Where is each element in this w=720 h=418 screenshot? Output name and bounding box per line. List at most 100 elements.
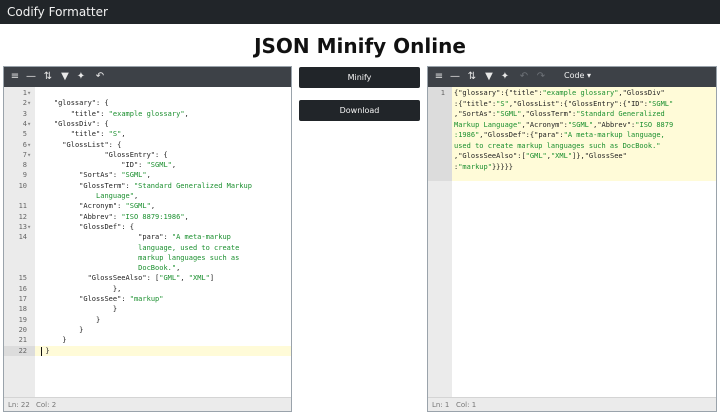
- active-line-gutter: [428, 87, 452, 181]
- key-token: "SortAs": [79, 171, 113, 180]
- key-token: "GlossList": [62, 140, 109, 149]
- string-token: "A meta-markup: [171, 233, 231, 242]
- fold-arrow-icon[interactable]: ▾: [27, 89, 31, 97]
- string-token: "SGML": [125, 202, 151, 211]
- fold-arrow-icon[interactable]: ▾: [27, 151, 31, 159]
- format-icon[interactable]: ≡: [8, 70, 22, 84]
- punctuation-token: [37, 233, 138, 241]
- line-number: 11: [18, 202, 27, 211]
- line-number: 19: [18, 315, 27, 324]
- key-token: "GlossTerm": [79, 181, 126, 190]
- punctuation-token: :{: [559, 99, 568, 108]
- key-token: "GlossSeeAlso": [87, 274, 147, 283]
- line-number: 13: [18, 222, 27, 231]
- download-button[interactable]: Download: [299, 100, 420, 121]
- line-number: 18: [18, 305, 27, 314]
- punctuation-token: [37, 244, 138, 252]
- line-number: 14: [18, 233, 27, 242]
- fold-arrow-icon[interactable]: ▾: [27, 99, 31, 107]
- code-line: language, used to create: [37, 244, 239, 252]
- status-line: Ln: 22: [8, 401, 30, 409]
- editor-statusbar: Ln: 22 Col: 2: [4, 397, 291, 411]
- string-token: "example glossary": [108, 109, 185, 118]
- sort-icon[interactable]: ⇅: [41, 70, 55, 84]
- punctuation-token: [37, 99, 54, 107]
- compact-icon[interactable]: —: [448, 70, 462, 84]
- code-line: :1986","GlossDef":{"para":"A meta-markup…: [454, 131, 665, 139]
- output-editor-toolbar: ≡ — ⇅ ▼ ✦ ↶ ↷ Code ▾: [428, 67, 716, 87]
- output-editor[interactable]: ≡ — ⇅ ▼ ✦ ↶ ↷ Code ▾ 1 {"glossary":{"tit…: [427, 66, 717, 412]
- punctuation-token: [37, 120, 54, 128]
- code-line: "GlossSee": "markup": [37, 295, 163, 303]
- line-number: 17: [18, 295, 27, 303]
- line-number: 16: [18, 284, 27, 293]
- line-number: 22: [18, 346, 27, 355]
- punctuation-token: : {: [96, 99, 109, 108]
- code-text-area[interactable]: "glossary": { "title": "example glossary…: [35, 87, 291, 397]
- code-line: "GlossDiv": {: [37, 120, 109, 128]
- punctuation-token: :: [125, 181, 134, 190]
- key-token: "title": [508, 89, 539, 97]
- status-column: Col: 2: [36, 401, 57, 409]
- sort-icon[interactable]: ⇅: [465, 70, 479, 84]
- undo-icon[interactable]: ↶: [93, 70, 107, 84]
- code-text-area[interactable]: {"glossary":{"title":"example glossary",…: [452, 87, 716, 397]
- key-token: "SortAs": [458, 110, 492, 118]
- punctuation-token: }: [37, 336, 67, 345]
- punctuation-token: : {: [108, 140, 122, 149]
- string-token: "SGML": [496, 110, 522, 118]
- code-line: used to create markup languages such as …: [454, 142, 661, 150]
- punctuation-token: }: [37, 315, 101, 324]
- punctuation-token: [37, 171, 79, 179]
- top-navbar: Codify Formatter: [0, 0, 720, 24]
- mode-select[interactable]: Code ▾: [564, 71, 591, 80]
- punctuation-token: [37, 151, 104, 159]
- string-token: "ISO 8879: [635, 120, 674, 129]
- code-line: "title": "example glossary",: [37, 110, 189, 118]
- string-token: "S": [496, 99, 509, 108]
- punctuation-token: ,: [176, 264, 181, 273]
- punctuation-token: :: [163, 233, 172, 242]
- code-line: :"markup"}}}}}: [454, 163, 513, 171]
- key-token: "ID": [121, 161, 139, 170]
- string-token: "SGML": [146, 161, 172, 170]
- string-token: DocBook.": [138, 264, 177, 273]
- fold-arrow-icon[interactable]: ▾: [27, 120, 31, 128]
- string-token: "GML": [525, 152, 547, 160]
- editor-statusbar: Ln: 1 Col: 1: [428, 397, 716, 411]
- format-icon[interactable]: ≡: [432, 70, 446, 84]
- repair-icon[interactable]: ✦: [74, 70, 88, 84]
- string-token: "Standard Generalized: [576, 110, 665, 118]
- line-number: 5: [22, 130, 27, 139]
- brand-link[interactable]: Codify Formatter: [7, 5, 108, 19]
- filter-icon[interactable]: ▼: [482, 70, 496, 84]
- string-token: "ISO 8879:1986": [121, 212, 185, 221]
- filter-icon[interactable]: ▼: [58, 70, 72, 84]
- key-token: "GlossDiv": [53, 119, 97, 128]
- code-line: Language",: [37, 192, 138, 200]
- page-title: JSON Minify Online: [254, 34, 466, 58]
- compact-icon[interactable]: —: [24, 70, 38, 84]
- string-token: "A meta-markup language,: [563, 131, 665, 139]
- string-token: "markup": [458, 162, 492, 171]
- line-number: 20: [18, 325, 27, 334]
- fold-arrow-icon[interactable]: ▾: [27, 223, 31, 231]
- punctuation-token: [37, 192, 96, 200]
- input-editor[interactable]: ≡ — ⇅ ▼ ✦ ↶ 1 ▾ 2 ▾ 3 4 ▾ 5 6 ▾ 7 ▾ 8 9 10 11 12 13 ▾ 14 15 1…: [3, 66, 292, 412]
- code-line: DocBook.",: [37, 264, 180, 272]
- punctuation-token: }}}}}: [491, 162, 514, 171]
- punctuation-token: [37, 223, 79, 231]
- minify-button[interactable]: Minify: [299, 67, 420, 88]
- punctuation-token: :{: [525, 131, 535, 139]
- key-token: "GlossDiv": [622, 89, 665, 97]
- string-token: Language": [96, 192, 134, 200]
- key-token: "para": [138, 233, 164, 242]
- key-token: "GlossTerm": [525, 110, 573, 118]
- string-token: "Standard Generalized Markup: [133, 181, 252, 190]
- line-number: 3: [22, 109, 27, 118]
- punctuation-token: }: [37, 325, 84, 334]
- string-token: "SGML": [121, 171, 147, 180]
- repair-icon[interactable]: ✦: [498, 70, 512, 84]
- punctuation-token: : {: [121, 222, 134, 231]
- fold-arrow-icon[interactable]: ▾: [27, 141, 31, 149]
